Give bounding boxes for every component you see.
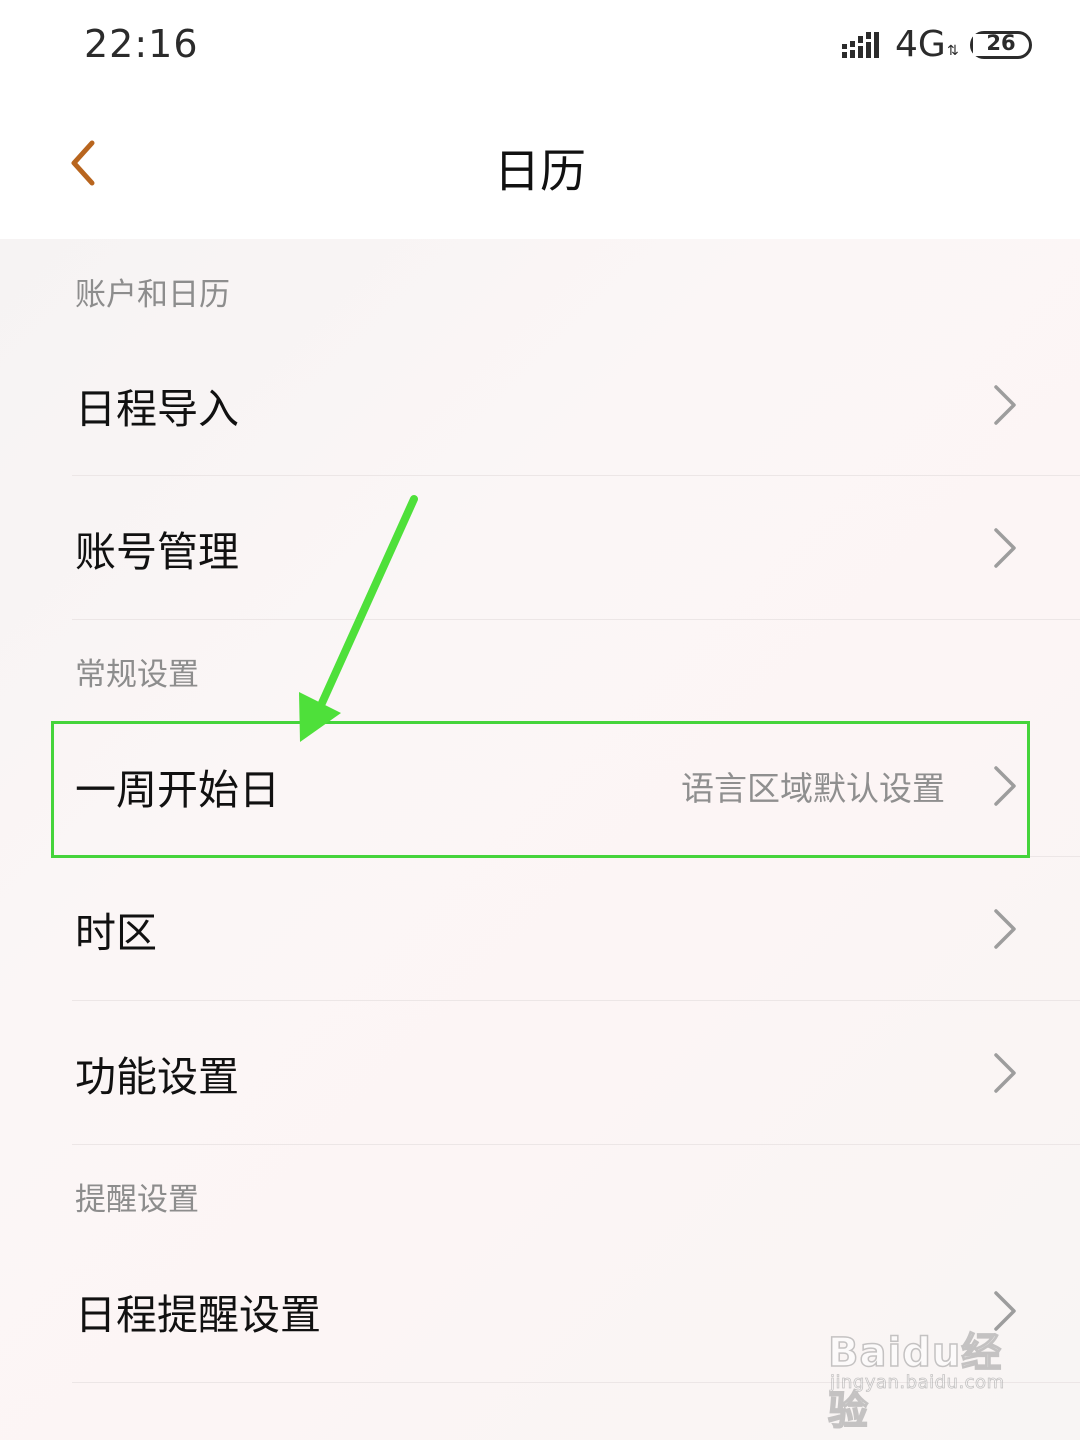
item-label: 功能设置 (75, 1052, 239, 1101)
chevron-right-icon (994, 384, 1016, 425)
highlight-box (51, 721, 1030, 858)
data-activity-icon: ⇅ (947, 43, 959, 59)
chevron-right-icon (994, 1052, 1016, 1093)
section-header-accounts: 账户和日历 (75, 277, 230, 313)
nav-bar: 日历 (0, 95, 1080, 239)
status-time: 22:16 (84, 22, 199, 66)
item-label: 时区 (75, 908, 157, 957)
watermark-url: jingyan.baidu.com (830, 1372, 1005, 1394)
watermark: Baidu经验 jingyan.baidu.com (827, 1320, 1028, 1435)
list-item-account-management[interactable]: 账号管理 (0, 476, 1080, 619)
chevron-right-icon (994, 908, 1016, 949)
divider (72, 619, 1080, 620)
section-header-general: 常规设置 (75, 657, 199, 693)
page-title: 日历 (494, 144, 586, 198)
list-item-time-zone[interactable]: 时区 (0, 857, 1080, 1000)
battery-icon: 26 (970, 31, 1032, 59)
battery-percentage: 26 (986, 31, 1016, 55)
signal-strength-icon (842, 32, 879, 58)
network-type: 4G (895, 24, 946, 65)
list-item-import-schedule[interactable]: 日程导入 (0, 333, 1080, 476)
item-label: 日程导入 (75, 384, 239, 433)
item-label: 账号管理 (75, 527, 239, 576)
section-header-reminders: 提醒设置 (75, 1182, 199, 1218)
list-item-feature-settings[interactable]: 功能设置 (0, 1001, 1080, 1144)
chevron-right-icon (994, 527, 1016, 568)
status-bar: 22:16 4G ⇅ 26 (0, 0, 1080, 95)
divider (72, 1144, 1080, 1145)
item-label: 日程提醒设置 (75, 1290, 321, 1339)
